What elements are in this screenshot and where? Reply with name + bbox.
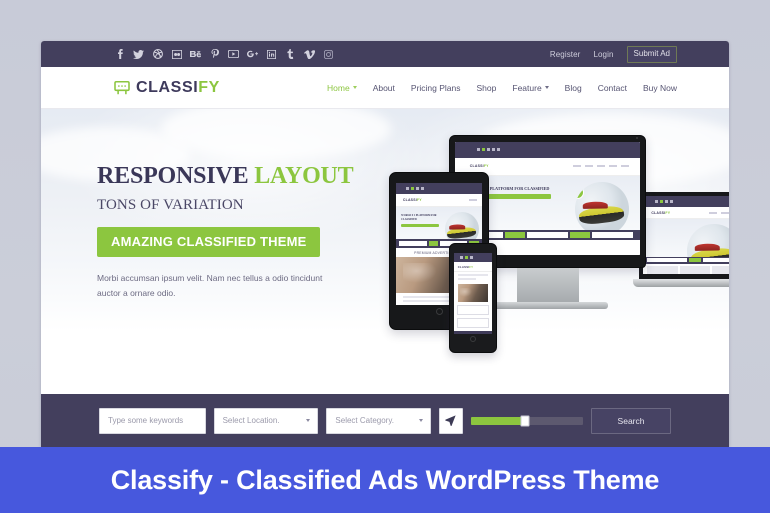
top-utility-bar: Register Login Submit Ad	[41, 41, 729, 67]
vimeo-icon[interactable]	[304, 49, 315, 60]
theme-preview-frame: Register Login Submit Ad CLASSIFY Home A…	[41, 41, 729, 447]
chevron-down-icon	[419, 419, 424, 422]
nav-item-home[interactable]: Home	[327, 83, 357, 93]
facebook-icon[interactable]	[114, 49, 125, 60]
nav-label: Blog	[564, 82, 582, 93]
webcam-dot	[636, 137, 638, 139]
site-header: CLASSIFY Home About Pricing Plans Shop F…	[41, 67, 729, 109]
phone-mini-site: CLASSIFY	[454, 253, 492, 334]
nav-label: Pricing Plans	[410, 82, 461, 93]
nav-item-pricing-plans[interactable]: Pricing Plans	[411, 83, 461, 93]
logo-wordmark: CLASSIFY	[136, 79, 220, 97]
logo-accent-text: FY	[198, 78, 220, 96]
top-account-links: Register Login Submit Ad	[550, 41, 677, 67]
nav-item-shop[interactable]: Shop	[477, 83, 497, 93]
search-bar: Type some keywords Select Location. Sele…	[41, 394, 729, 447]
hero-cta-button[interactable]: AMAZING CLASSIFIED THEME	[97, 227, 321, 258]
slider-track	[470, 415, 584, 426]
category-select[interactable]: Select Category.	[326, 407, 432, 434]
phone-mockup: CLASSIFY	[449, 243, 497, 353]
search-keywords-input[interactable]: Type some keywords	[99, 407, 206, 434]
nav-item-feature[interactable]: Feature	[512, 82, 549, 93]
pinterest-icon[interactable]	[209, 49, 220, 60]
mini-logo-text: CLASSIFY	[651, 210, 671, 215]
twitter-icon[interactable]	[133, 49, 144, 60]
hero-title-dark: RESPONSIVE	[97, 163, 249, 189]
slider-handle[interactable]	[520, 415, 530, 426]
cloud-decoration	[161, 109, 391, 159]
site-logo[interactable]: CLASSIFY	[114, 79, 220, 97]
search-button[interactable]: Search	[591, 407, 671, 434]
login-link[interactable]: Login	[593, 50, 613, 59]
monitor-stand	[516, 268, 579, 302]
tablet-home-button	[435, 308, 443, 315]
mini-logo-text: CLASSIFY	[469, 164, 489, 169]
nav-item-about[interactable]: About	[373, 83, 395, 93]
mini-logo-text: CLASSIFY	[457, 264, 474, 269]
banner-title: Classify - Classified Ads WordPress Them…	[110, 464, 660, 495]
slider-fill	[470, 416, 525, 425]
flickr-icon[interactable]	[171, 49, 182, 60]
google-plus-icon[interactable]	[247, 49, 258, 60]
geolocate-button[interactable]	[439, 407, 463, 434]
location-select[interactable]: Select Location.	[213, 407, 319, 434]
location-select-label: Select Location.	[222, 416, 280, 425]
laptop-base	[633, 279, 729, 287]
bottom-banner: Classify - Classified Ads WordPress Them…	[0, 447, 770, 513]
hero-title-green: LAYOUT	[254, 163, 354, 189]
nav-label: Contact	[597, 82, 627, 93]
nav-label: Buy Now	[642, 82, 677, 93]
nav-item-buy-now[interactable]: Buy Now	[643, 83, 677, 93]
chevron-down-icon	[306, 419, 311, 422]
nav-label: Feature	[512, 82, 542, 93]
nav-item-contact[interactable]: Contact	[598, 83, 627, 93]
register-link[interactable]: Register	[550, 50, 581, 59]
tumblr-icon[interactable]	[285, 49, 296, 60]
dribbble-icon[interactable]	[152, 49, 163, 60]
nav-label: Home	[327, 82, 350, 93]
mini-logo-text: CLASSIFY	[402, 198, 422, 203]
hero-copy: RESPONSIVE LAYOUT TONS OF VARIATION AMAZ…	[97, 163, 367, 301]
submit-ad-button[interactable]: Submit Ad	[626, 45, 677, 63]
price-range-slider[interactable]	[470, 408, 584, 434]
phone-home-button	[470, 336, 476, 342]
instagram-icon[interactable]	[323, 49, 334, 60]
chevron-down-icon	[544, 86, 549, 89]
screenshot-stage: Register Login Submit Ad CLASSIFY Home A…	[0, 0, 770, 513]
hero-lead-paragraph: Morbi accumsan ipsum velit. Nam nec tell…	[97, 273, 323, 299]
device-mockup-group: CLASSIFY CLASSIFY WORLD # 1 PLATFORM FOR…	[371, 117, 729, 394]
nav-label: Shop	[476, 82, 497, 93]
social-links	[114, 41, 334, 67]
hero-title: RESPONSIVE LAYOUT	[97, 163, 367, 189]
nav-item-blog[interactable]: Blog	[565, 83, 582, 93]
location-arrow-icon	[445, 415, 457, 426]
laptop-mini-site: CLASSIFY	[643, 196, 729, 274]
monitor-foot	[487, 302, 608, 309]
youtube-icon[interactable]	[228, 49, 239, 60]
behance-icon[interactable]	[190, 49, 201, 60]
hero-subtitle: TONS OF VARIATION	[97, 197, 244, 214]
classifieds-board-icon	[114, 80, 130, 94]
category-select-label: Select Category.	[335, 416, 394, 425]
chevron-down-icon	[352, 86, 357, 89]
nav-label: About	[372, 82, 395, 93]
main-navigation: Home About Pricing Plans Shop Feature Bl…	[327, 83, 677, 93]
linkedin-icon[interactable]	[266, 49, 277, 60]
logo-primary-text: CLASSI	[136, 78, 199, 96]
hero-section: RESPONSIVE LAYOUT TONS OF VARIATION AMAZ…	[41, 109, 729, 394]
laptop-mockup: CLASSIFY	[633, 192, 729, 287]
